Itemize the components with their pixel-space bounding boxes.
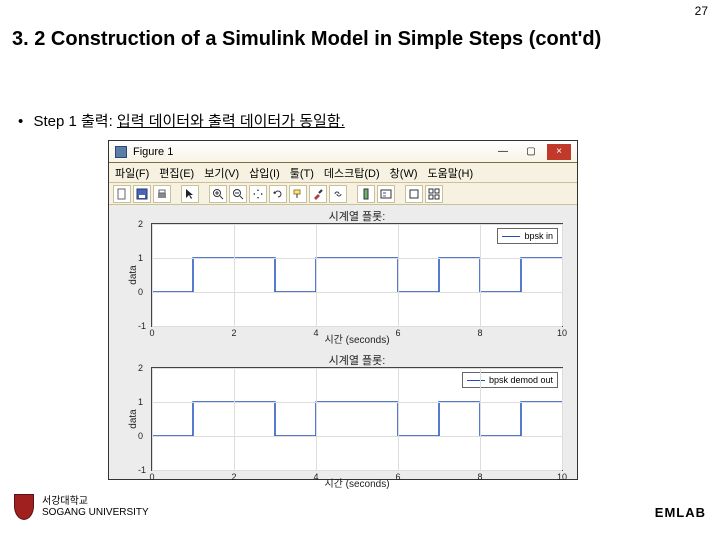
bullet-dot: • — [18, 113, 23, 130]
lab-name: EMLAB — [655, 505, 706, 520]
subplot-1-title: 시계열 플롯: — [152, 208, 562, 224]
window-title: Figure 1 — [133, 146, 173, 158]
subplot-2-ylabel: data — [128, 409, 139, 428]
bullet-prefix: Step 1 출력: — [33, 113, 116, 130]
slide-title: 3. 2 Construction of a Simulink Model in… — [12, 28, 708, 51]
menu-file[interactable]: 파일(F) — [115, 165, 149, 181]
ytick: -1 — [138, 465, 146, 475]
subplot-2: 시계열 플롯: data bpsk demod out 0246810-1012 — [151, 367, 563, 471]
zoom-out-icon[interactable] — [229, 185, 247, 203]
menu-window[interactable]: 창(W) — [390, 165, 418, 181]
plot-area: 시계열 플롯: data bpsk in 0246810-1012 시간 (se… — [109, 205, 577, 479]
minimize-button[interactable]: — — [491, 144, 515, 160]
subplot-2-title: 시계열 플롯: — [152, 352, 562, 368]
toolbar — [109, 183, 577, 205]
page-number: 27 — [695, 4, 708, 18]
window-titlebar: Figure 1 — ▢ × — [109, 141, 577, 163]
ytick: 2 — [138, 363, 143, 373]
link-icon[interactable] — [329, 185, 347, 203]
brush-icon[interactable] — [309, 185, 327, 203]
app-icon — [115, 146, 127, 158]
ytick: 0 — [138, 287, 143, 297]
menu-edit[interactable]: 편집(E) — [159, 165, 194, 181]
subplot-2-legend-text: bpsk demod out — [489, 375, 553, 385]
legend-swatch-icon — [467, 380, 485, 381]
bullet-underlined: 입력 데이터와 출력 데이터가 동일함. — [117, 113, 345, 130]
ytick: 1 — [138, 253, 143, 263]
datatip-icon[interactable] — [289, 185, 307, 203]
new-icon[interactable] — [113, 185, 131, 203]
legend-swatch-icon — [502, 236, 520, 237]
subplot-2-xlabel: 시간 (seconds) — [151, 475, 563, 507]
ytick: -1 — [138, 321, 146, 331]
grid-icon[interactable] — [425, 185, 443, 203]
print-icon[interactable] — [153, 185, 171, 203]
save-icon[interactable] — [133, 185, 151, 203]
university-logo: 서강대학교 SOGANG UNIVERSITY — [14, 494, 149, 520]
menu-help[interactable]: 도움말(H) — [428, 165, 474, 181]
subplot-1-legend-text: bpsk in — [524, 231, 553, 241]
subplot-2-legend[interactable]: bpsk demod out — [462, 372, 558, 388]
ytick: 1 — [138, 397, 143, 407]
axes-icon[interactable] — [405, 185, 423, 203]
menu-insert[interactable]: 삽입(I) — [249, 165, 280, 181]
bullet-step1: • Step 1 출력: 입력 데이터와 출력 데이터가 동일함. — [18, 110, 345, 131]
menubar: 파일(F) 편집(E) 보기(V) 삽입(I) 툴(T) 데스크탑(D) 창(W… — [109, 163, 577, 183]
pan-icon[interactable] — [249, 185, 267, 203]
ytick: 0 — [138, 431, 143, 441]
menu-tools[interactable]: 툴(T) — [290, 165, 314, 181]
matlab-figure-window: Figure 1 — ▢ × 파일(F) 편집(E) 보기(V) 삽입(I) 툴… — [108, 140, 578, 480]
ytick: 2 — [138, 219, 143, 229]
shield-icon — [14, 494, 34, 520]
zoom-in-icon[interactable] — [209, 185, 227, 203]
menu-desktop[interactable]: 데스크탑(D) — [324, 165, 380, 181]
university-name-kr: 서강대학교 — [42, 496, 149, 507]
menu-view[interactable]: 보기(V) — [204, 165, 239, 181]
rotate-icon[interactable] — [269, 185, 287, 203]
maximize-button[interactable]: ▢ — [519, 144, 543, 160]
subplot-1: 시계열 플롯: data bpsk in 0246810-1012 — [151, 223, 563, 327]
legend-icon[interactable] — [377, 185, 395, 203]
university-name-en: SOGANG UNIVERSITY — [42, 507, 149, 518]
close-button[interactable]: × — [547, 144, 571, 160]
subplot-1-legend[interactable]: bpsk in — [497, 228, 558, 244]
colorbar-icon[interactable] — [357, 185, 375, 203]
pointer-icon[interactable] — [181, 185, 199, 203]
subplot-1-ylabel: data — [128, 265, 139, 284]
